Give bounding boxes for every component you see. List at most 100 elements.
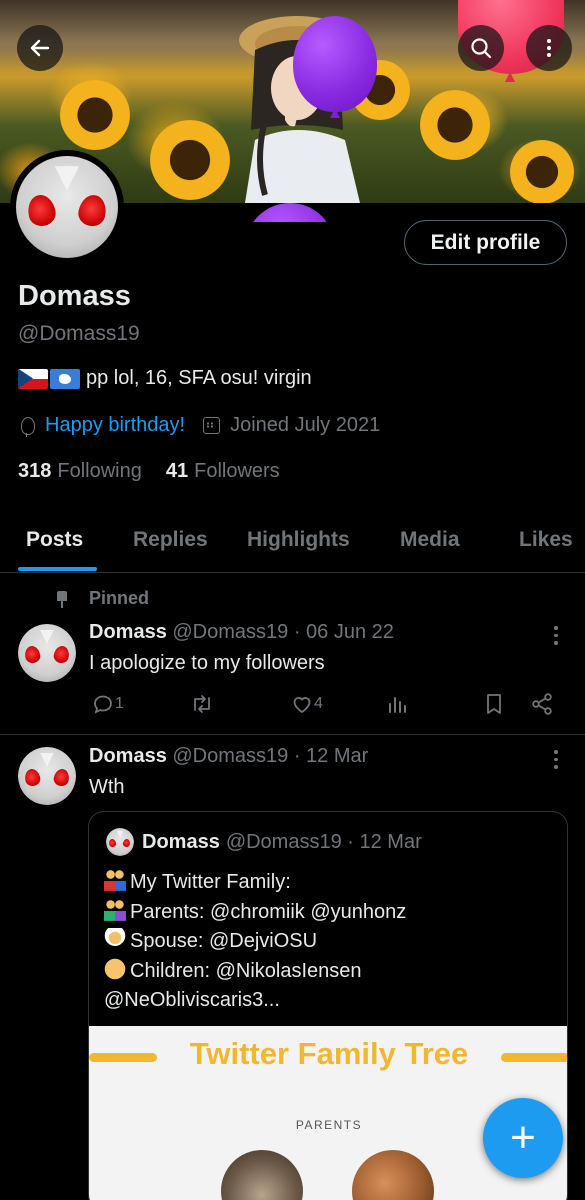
post-author[interactable]: Domass [89,621,167,643]
quote-line: @NeObliviscaris3... [104,989,280,1012]
avatar-eye [76,192,109,228]
tab-media[interactable]: Media [400,528,460,552]
couple-emoji-icon [104,898,126,921]
sunflower-decoration [60,80,130,150]
reply-count: 1 [115,695,124,712]
post-avatar[interactable] [18,624,76,682]
purple-balloon-decoration [293,16,377,112]
like-count: 4 [314,695,323,712]
profile-bio: pp lol, 16, SFA osu! virgin [18,367,312,390]
followers-count[interactable]: 41 [166,460,188,483]
profile-avatar[interactable] [10,150,124,264]
tab-highlights[interactable]: Highlights [247,528,350,552]
post-actions: 1 4 [0,692,585,722]
avatar-eye [122,837,132,848]
antarctica-flag-icon [50,368,80,389]
more-vertical-icon [547,39,551,57]
share-button[interactable] [530,692,554,716]
pinned-indicator: Pinned [55,588,149,609]
avatar-image [16,156,118,258]
post-text: I apologize to my followers [89,652,325,674]
avatar-image [18,624,76,682]
profile-meta: Happy birthday! Joined July 2021 [18,414,380,437]
views-icon [389,697,406,713]
tree-title: Twitter Family Tree [189,1036,469,1071]
sunflower-decoration [150,120,230,200]
pinned-label: Pinned [89,588,150,608]
search-icon [471,38,492,59]
active-tab-indicator [18,567,97,571]
avatar-eye [23,644,42,665]
birthday-link[interactable]: Happy birthday! [45,414,185,437]
avatar-image [106,828,134,856]
post-author[interactable]: Domass [89,745,167,767]
post-avatar[interactable] [18,747,76,805]
following-label[interactable]: Following [57,460,141,483]
bio-text: pp lol, 16, SFA osu! virgin [86,367,312,389]
arrow-left-icon [30,39,50,57]
post-more-button[interactable] [553,626,559,648]
post-meta: @Domass19 · 06 Jun 22 [172,621,394,643]
heart-icon [293,697,311,714]
reply-icon [94,695,112,714]
tab-likes[interactable]: Likes [519,528,573,552]
post-header: Domass @Domass19 · 06 Jun 22 [89,621,394,644]
avatar-beak [54,166,80,191]
quote-header: Domass @Domass19 · 12 Mar [106,828,422,856]
avatar-beak [40,629,54,644]
balloon-mask [245,222,335,252]
family-emoji-icon [104,869,126,891]
sunflower-decoration [510,140,574,203]
display-name: Domass [18,280,131,312]
czech-flag-icon [18,368,48,389]
post-header: Domass @Domass19 · 12 Mar [89,745,368,768]
quote-line: Parents: @chromiik @yunhonz [104,898,406,928]
avatar-beak [116,830,124,838]
edit-profile-button[interactable]: Edit profile [404,220,567,265]
search-button[interactable] [458,25,504,71]
repost-button[interactable] [189,692,215,716]
post-meta: @Domass19 · 12 Mar [172,745,369,767]
avatar-eye [23,767,42,788]
tab-posts[interactable]: Posts [26,528,83,552]
followers-label[interactable]: Followers [194,460,280,483]
follow-stats: 318 Following 41 Followers [18,460,304,483]
avatar-eye [52,644,71,665]
quote-line: Spouse: @DejviOSU [104,927,406,957]
baby-emoji-icon [104,957,126,980]
avatar-image [18,747,76,805]
quote-line: Children: @NikolasIensen [104,957,406,987]
joined-date: Joined July 2021 [230,414,381,436]
following-count[interactable]: 318 [18,460,51,483]
parent-photo [221,1150,303,1200]
calendar-icon [203,417,221,434]
back-button[interactable] [17,25,63,71]
quote-avatar [106,828,134,856]
user-handle: @Domass19 [18,322,140,345]
more-options-button[interactable] [526,25,572,71]
avatar-beak [40,752,54,767]
quote-meta: @Domass19 · 12 Mar [225,830,422,853]
post-text: Wth [89,776,125,798]
quote-text: My Twitter Family: Parents: @chromiik @y… [104,868,406,1016]
bride-emoji-icon [104,928,126,951]
reply-button[interactable]: 1 [91,692,124,716]
bookmark-button[interactable] [483,692,505,716]
repost-icon [194,695,210,713]
avatar-eye [108,837,118,848]
balloon-icon [21,416,35,437]
quote-author: Domass [142,830,220,853]
sunflower-decoration [420,90,490,160]
profile-tabs: Posts Replies Highlights Media Likes [0,510,585,573]
avatar-eye [52,767,71,788]
parent-photo [352,1150,434,1200]
quote-line: My Twitter Family: [104,868,406,898]
compose-post-button[interactable]: + [483,1098,563,1178]
tab-replies[interactable]: Replies [133,528,208,552]
share-icon [532,693,552,715]
like-button[interactable]: 4 [290,692,323,716]
bookmark-icon [487,694,501,714]
avatar-eye [25,192,58,228]
post-more-button[interactable] [553,750,559,772]
views-button[interactable] [385,692,409,716]
